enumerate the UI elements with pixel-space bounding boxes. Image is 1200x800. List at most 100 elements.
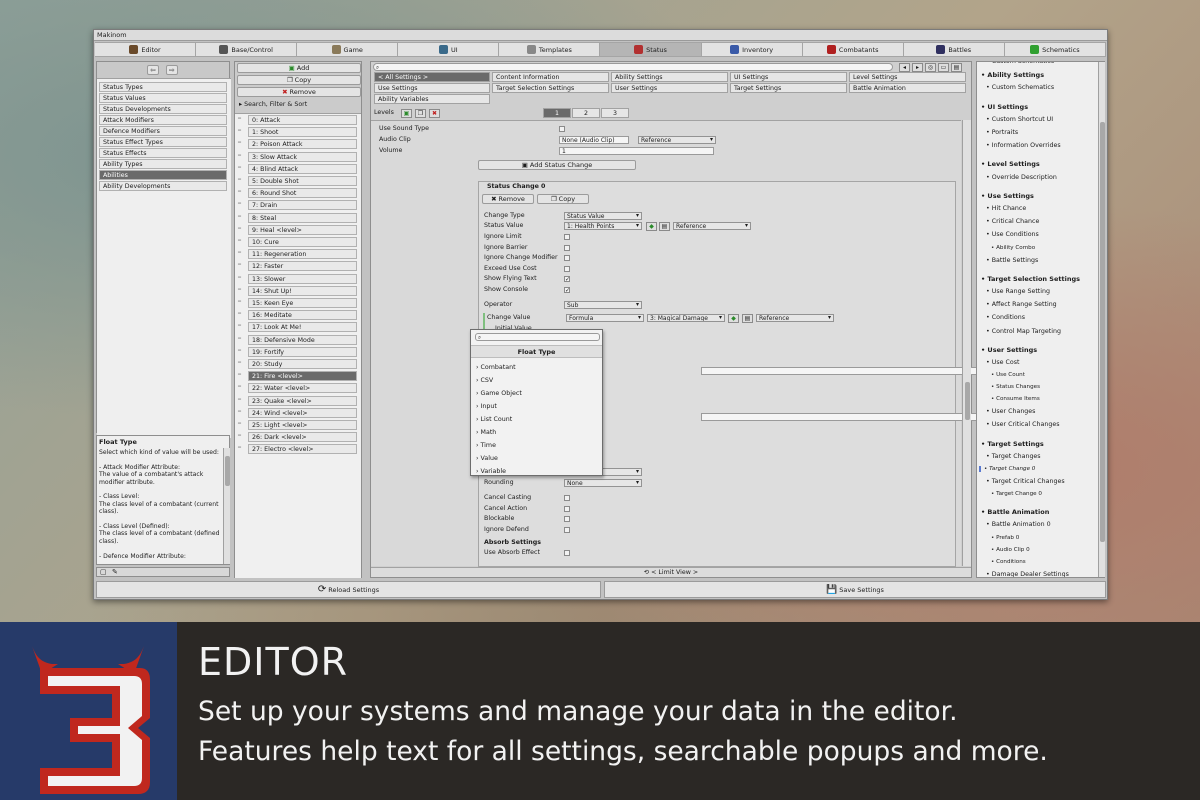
drag-handle-icon[interactable]: ═ [238, 397, 241, 403]
settings-tab[interactable]: Target Selection Settings [492, 83, 609, 93]
drag-handle-icon[interactable]: ═ [238, 445, 241, 451]
category-item[interactable]: Status Values [99, 93, 227, 103]
ability-item[interactable]: 2: Poison Attack [248, 139, 357, 150]
settings-scrollbar[interactable] [962, 120, 971, 566]
settings-tab[interactable]: Ability Settings [611, 72, 728, 82]
tab-schematics[interactable]: Schematics [1004, 42, 1106, 57]
drag-handle-icon[interactable]: ═ [238, 409, 241, 415]
ability-item[interactable]: 13: Slower [248, 273, 357, 284]
settings-tab[interactable]: UI Settings [730, 72, 847, 82]
nav-item[interactable]: • Damage Dealer Settings [986, 571, 1069, 577]
tab-inventory[interactable]: Inventory [701, 42, 803, 57]
drag-handle-icon[interactable]: ═ [238, 323, 241, 329]
nav-item[interactable]: • Target Selection Settings [981, 275, 1080, 283]
popup-option[interactable]: › Variable [476, 468, 506, 475]
option-checkbox[interactable] [564, 516, 570, 523]
nav-item[interactable]: • Critical Chance [986, 218, 1039, 225]
nav-item[interactable]: • Target Settings [981, 440, 1044, 448]
nav-item[interactable]: • Target Changes [986, 453, 1041, 460]
change-type-dropdown[interactable]: Status Value [564, 212, 642, 220]
filter-foldout[interactable]: ▸ Search, Filter & Sort [239, 101, 307, 108]
drag-handle-icon[interactable]: ═ [238, 299, 241, 305]
nav-item[interactable]: • Consume Items [991, 396, 1040, 402]
nav-item[interactable]: • Level Settings [981, 160, 1040, 168]
drag-handle-icon[interactable]: ═ [238, 226, 241, 232]
use-sound-type-checkbox[interactable] [559, 126, 565, 132]
popup-option[interactable]: › Value [476, 455, 498, 462]
ability-item[interactable]: 21: Fire <level> [248, 371, 357, 382]
category-item[interactable]: Status Developments [99, 104, 227, 114]
nav-item[interactable]: • Use Range Setting [986, 288, 1050, 295]
nav-item[interactable]: • Override Description [986, 174, 1057, 181]
list-icon[interactable]: ▤ [742, 314, 753, 323]
ability-item[interactable]: 14: Shut Up! [248, 285, 357, 296]
ability-item[interactable]: 8: Steal [248, 212, 357, 223]
add-status-change-button[interactable]: ▣ Add Status Change [478, 160, 636, 170]
drag-handle-icon[interactable]: ═ [238, 116, 241, 122]
popup-option[interactable]: › List Count [476, 416, 512, 423]
remove-button[interactable]: ✖ Remove [237, 87, 361, 97]
settings-tab[interactable]: Battle Animation [849, 83, 966, 93]
ability-item[interactable]: 12: Faster [248, 261, 357, 272]
nav-item[interactable]: • Conditions [991, 559, 1026, 565]
forward-button[interactable]: ⇨ [166, 65, 178, 75]
drag-handle-icon[interactable]: ═ [238, 311, 241, 317]
ability-item[interactable]: 11: Regeneration [248, 249, 357, 260]
drag-handle-icon[interactable]: ═ [238, 153, 241, 159]
settings-tab[interactable]: Ability Variables [374, 94, 490, 104]
ability-item[interactable]: 19: Fortify [248, 346, 357, 357]
option-checkbox[interactable] [564, 255, 570, 262]
tab-ui[interactable]: UI [398, 42, 500, 57]
nav-item[interactable]: • Target Critical Changes [986, 478, 1065, 485]
nav-item[interactable]: • UI Settings [981, 103, 1028, 111]
nav-item[interactable]: • Use Count [991, 372, 1025, 378]
help-scrollbar[interactable] [223, 448, 230, 564]
ability-item[interactable]: 0: Attack [248, 115, 357, 125]
edit-icon[interactable]: ✎ [112, 568, 118, 576]
settings-tab[interactable]: Level Settings [849, 72, 966, 82]
ability-item[interactable]: 7: Drain [248, 200, 357, 211]
level-tab-3[interactable]: 3 [601, 108, 629, 118]
nav-item[interactable]: • User Critical Changes [986, 421, 1060, 428]
nav-back-icon[interactable]: ◂ [899, 63, 910, 72]
settings-tab[interactable]: < All Settings > [374, 72, 490, 82]
ability-item[interactable]: 5: Double Shot [248, 176, 357, 186]
settings-tab[interactable]: Target Settings [730, 83, 847, 93]
tab-combatants[interactable]: Combatants [802, 42, 904, 57]
ability-item[interactable]: 22: Water <level> [248, 383, 357, 394]
navigation-scrollbar[interactable] [1098, 62, 1105, 577]
nav-item[interactable]: • User Changes [986, 408, 1035, 415]
ability-item[interactable]: 1: Shoot [248, 127, 357, 138]
nav-item[interactable]: • Custom Shortcut UI [986, 116, 1053, 123]
category-item[interactable]: Defence Modifiers [99, 126, 227, 136]
drag-handle-icon[interactable]: ═ [238, 384, 241, 390]
nav-forward-icon[interactable]: ▸ [912, 63, 923, 72]
drag-handle-icon[interactable]: ═ [238, 189, 241, 195]
level-copy-icon[interactable]: ❐ [415, 109, 426, 118]
settings-tab[interactable]: Content Information [492, 72, 609, 82]
nav-item[interactable]: • Custom Schematics [986, 62, 1054, 65]
operator-dropdown[interactable]: Sub [564, 301, 642, 309]
option-checkbox[interactable]: ✓ [564, 276, 570, 283]
drag-handle-icon[interactable]: ═ [238, 214, 241, 220]
drag-handle-icon[interactable]: ═ [238, 177, 241, 183]
option-checkbox[interactable] [564, 234, 570, 240]
nav-item[interactable]: • Audio Clip 0 [991, 547, 1030, 553]
tab-templates[interactable]: Templates [499, 42, 601, 57]
layout-icon[interactable]: ▤ [951, 63, 962, 72]
volume-input[interactable]: 1 [559, 147, 714, 155]
nav-item[interactable]: • Information Overrides [986, 142, 1061, 149]
drag-handle-icon[interactable]: ═ [238, 336, 241, 342]
drag-handle-icon[interactable]: ═ [238, 421, 241, 427]
ability-item[interactable]: 16: Meditate [248, 310, 357, 321]
settings-tab[interactable]: Use Settings [374, 83, 490, 93]
drag-handle-icon[interactable]: ═ [238, 238, 241, 244]
ability-item[interactable]: 18: Defensive Mode [248, 334, 357, 345]
formula-dropdown[interactable]: 3: Magical Damage [647, 314, 725, 322]
nav-item[interactable]: • Battle Animation [981, 508, 1049, 516]
level-tab-1[interactable]: 1 [543, 108, 571, 118]
option-checkbox[interactable]: ✓ [564, 287, 570, 294]
nav-item[interactable]: • Target Change 0 [991, 491, 1042, 497]
ability-item[interactable]: 17: Look At Me! [248, 322, 357, 333]
ability-item[interactable]: 9: Heal <level> [248, 224, 357, 235]
